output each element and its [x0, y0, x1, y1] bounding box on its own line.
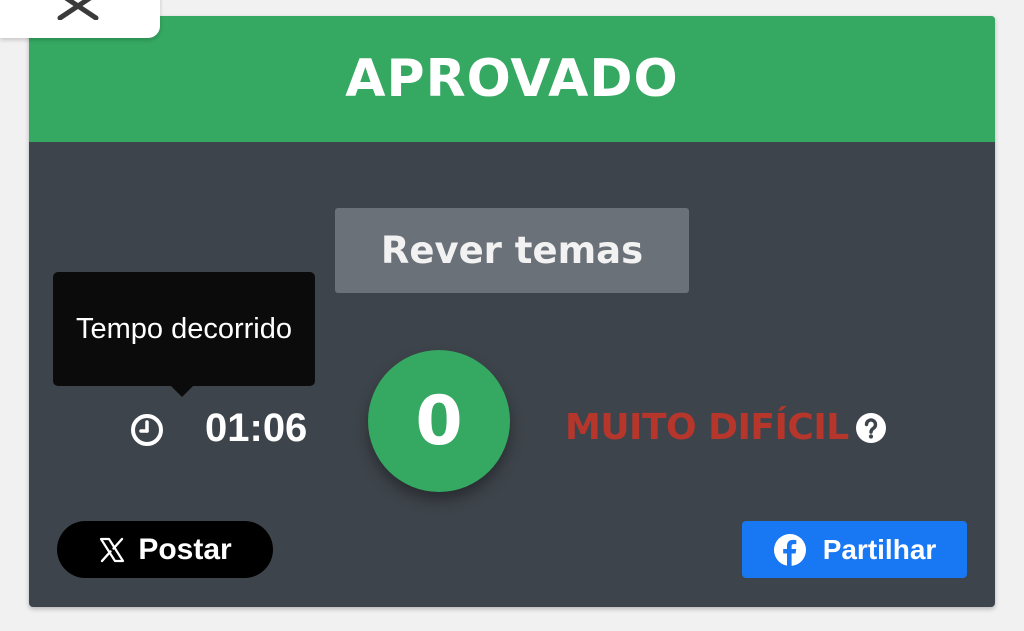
result-card: APROVADO Rever temas Tempo decorrido 01:…: [29, 16, 995, 607]
review-topics-button[interactable]: Rever temas: [335, 208, 689, 293]
share-button-label: Partilhar: [822, 533, 937, 565]
elapsed-time: 01:06: [205, 406, 308, 450]
facebook-icon: [773, 533, 806, 566]
result-status-label: APROVADO: [345, 49, 679, 109]
difficulty-label: MUITO DIFÍCIL: [565, 407, 849, 448]
x-logo-icon: [100, 537, 125, 562]
elapsed-time-tooltip: Tempo decorrido: [53, 272, 315, 386]
tooltip-arrow: [171, 386, 193, 397]
question-circle-icon[interactable]: [855, 412, 887, 444]
difficulty-indicator: MUITO DIFÍCIL: [565, 404, 887, 452]
post-button-label: Postar: [138, 532, 232, 566]
score-badge: 0: [368, 350, 510, 492]
share-on-facebook-button[interactable]: Partilhar: [742, 521, 967, 578]
close-icon: [57, 0, 99, 20]
clock-icon[interactable]: [129, 412, 165, 448]
result-header: APROVADO: [29, 16, 995, 142]
close-button[interactable]: [0, 0, 160, 38]
post-on-x-button[interactable]: Postar: [57, 521, 273, 578]
